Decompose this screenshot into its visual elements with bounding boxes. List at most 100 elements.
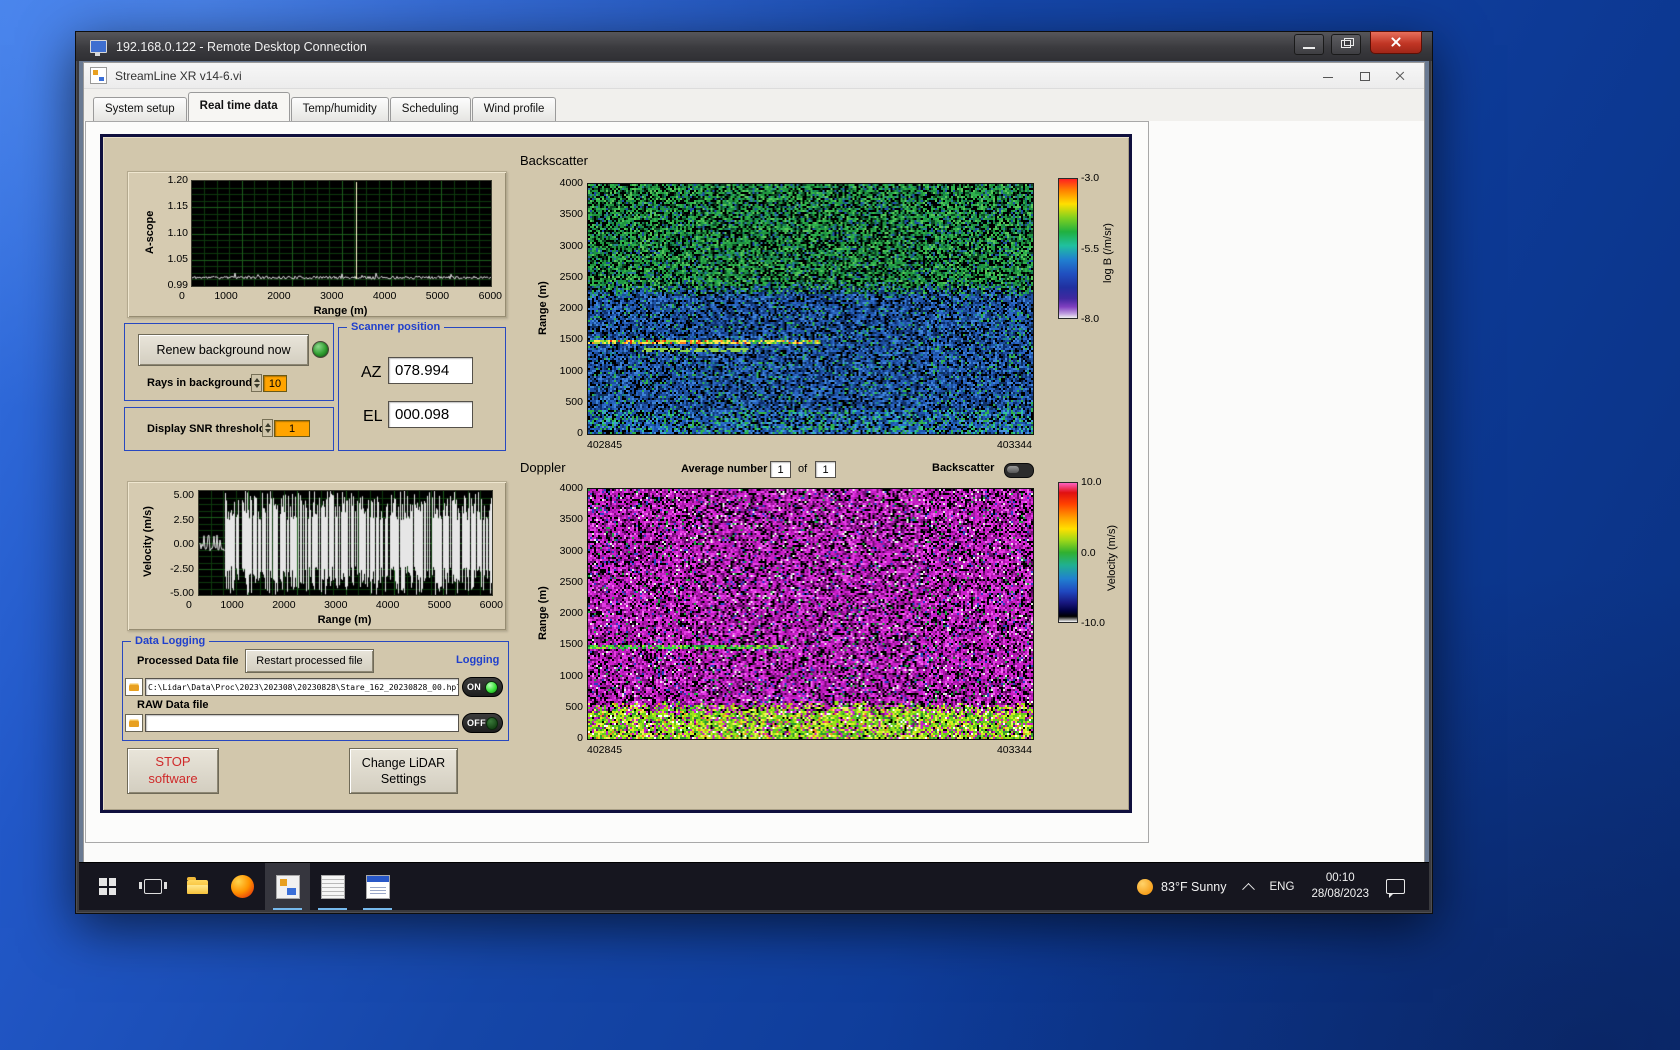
- processed-path-browse-button[interactable]: [125, 678, 143, 696]
- average-total-field[interactable]: 1: [815, 461, 836, 478]
- raw-path-field[interactable]: [145, 714, 459, 732]
- app-titlebar[interactable]: StreamLine XR v14-6.vi: [84, 63, 1424, 89]
- change-lidar-settings-button[interactable]: Change LiDAR Settings: [349, 748, 458, 794]
- firefox-button[interactable]: [220, 863, 265, 910]
- clock-time: 00:10: [1325, 871, 1355, 884]
- rays-spinner[interactable]: [251, 374, 262, 392]
- app-restore-button[interactable]: [1346, 64, 1382, 88]
- tick-label: 1000: [214, 290, 238, 302]
- tab-temp-humidity[interactable]: Temp/humidity: [290, 97, 389, 121]
- chevron-up-icon[interactable]: [1241, 882, 1255, 896]
- processed-data-file-label: Processed Data file: [137, 655, 239, 667]
- doppler-y-ticks: 4000 3500 3000 2500 2000 1500 1000 500 0: [547, 482, 583, 744]
- stop-software-button[interactable]: STOP software: [127, 748, 219, 794]
- app-title: StreamLine XR v14-6.vi: [115, 68, 242, 83]
- backscatter-display-toggle[interactable]: [1004, 463, 1034, 478]
- desktop-background: 192.168.0.122 - Remote Desktop Connectio…: [0, 0, 1680, 1050]
- processed-logging-toggle[interactable]: ON: [462, 677, 503, 697]
- rdp-minimize-button[interactable]: [1294, 33, 1324, 55]
- stop-software-line1: STOP: [155, 754, 191, 770]
- velocity-plot: [198, 490, 493, 596]
- average-number-label: Average number: [681, 463, 768, 475]
- speech-bubble-notification-icon[interactable]: [1386, 879, 1405, 898]
- tick-label: 2000: [267, 290, 291, 302]
- tab-real-time-data[interactable]: Real time data: [187, 92, 290, 121]
- rdp-titlebar[interactable]: 192.168.0.122 - Remote Desktop Connectio…: [76, 30, 1432, 63]
- tick-label: 1.20: [167, 174, 188, 186]
- az-value-box[interactable]: 078.994: [388, 357, 473, 384]
- logging-on-led: [485, 680, 498, 694]
- tick-label: -8.0: [1081, 313, 1100, 325]
- az-label: AZ: [361, 364, 382, 381]
- task-view-button[interactable]: [130, 863, 175, 910]
- restart-processed-file-button[interactable]: Restart processed file: [245, 649, 374, 673]
- renew-background-button[interactable]: Renew background now: [138, 334, 309, 366]
- tick-label: 2500: [559, 575, 583, 588]
- taskbar: 83°F Sunny ENG 00:10 28/08/2023: [79, 862, 1429, 910]
- tab-strip: System setup Real time data Temp/humidit…: [84, 89, 1424, 121]
- scan-scheduler-taskbar-button[interactable]: [310, 863, 355, 910]
- snr-spinner[interactable]: [262, 419, 273, 437]
- velocity-y-axis-label: Velocity (m/s): [142, 506, 154, 578]
- tick-label: 4000: [375, 599, 400, 611]
- tick-label: 2.50: [173, 513, 194, 526]
- app-minimize-button[interactable]: [1310, 64, 1346, 88]
- backscatter-canvas: [588, 184, 1033, 434]
- tick-label: 6000: [479, 599, 503, 611]
- backscatter-title: Backscatter: [520, 153, 588, 168]
- data-logging-group: Data Logging Processed Data file Restart…: [122, 634, 509, 741]
- task-view-icon: [138, 879, 167, 894]
- raw-logging-toggle[interactable]: OFF: [462, 713, 503, 733]
- rdp-restore-button[interactable]: [1331, 33, 1361, 55]
- tick-label: 1500: [559, 638, 583, 651]
- backscatter-heatmap: [587, 183, 1034, 435]
- average-number-field[interactable]: 1: [770, 461, 791, 478]
- tick-label: 1.15: [167, 200, 188, 213]
- velocity-x-ticks: 0 1000 2000 3000 4000 5000 6000: [186, 599, 503, 611]
- processed-path-field[interactable]: C:\Lidar\Data\Proc\2023\202308\20230828\…: [145, 678, 459, 696]
- processed-toggle-state: ON: [467, 682, 482, 692]
- file-explorer-button[interactable]: [175, 863, 220, 910]
- tab-scheduling[interactable]: Scheduling: [389, 97, 471, 121]
- start-button[interactable]: [85, 863, 130, 910]
- weather-widget[interactable]: 83°F Sunny: [1137, 878, 1227, 895]
- windows-start-icon: [99, 878, 116, 895]
- doppler-colorbar-label: Velocity (m/s): [1106, 525, 1118, 592]
- backscatter-y-ticks: 4000 3500 3000 2500 2000 1500 1000 500 0: [547, 177, 583, 439]
- rays-value-field[interactable]: 10: [263, 375, 287, 392]
- streamline-app-window: StreamLine XR v14-6.vi System setup Real…: [83, 62, 1425, 863]
- backscatter-colorbar-label: log B (/m/sr): [1102, 223, 1114, 283]
- taskbar-clock[interactable]: 00:10 28/08/2023: [1311, 871, 1369, 902]
- language-indicator[interactable]: ENG: [1270, 881, 1295, 893]
- labview-vi-icon: [90, 67, 107, 84]
- el-label: EL: [363, 408, 383, 425]
- tick-label: 1.05: [167, 252, 188, 265]
- tick-label: 0: [186, 599, 192, 611]
- rdp-window: 192.168.0.122 - Remote Desktop Connectio…: [75, 30, 1433, 914]
- tick-label: 6000: [478, 290, 502, 302]
- snr-value-field[interactable]: 1: [274, 420, 310, 437]
- tab-system-setup[interactable]: System setup: [93, 97, 187, 121]
- tab-wind-profile[interactable]: Wind profile: [471, 97, 557, 121]
- weather-text: 83°F Sunny: [1161, 879, 1227, 894]
- rdp-close-button[interactable]: [1370, 30, 1422, 54]
- monitor-icon: [90, 40, 107, 56]
- streamline-taskbar-button[interactable]: [265, 863, 310, 910]
- labview-front-panel: A-scope 1.20 1.15 1.10 1.05 0.99 0 1000 2000 30…: [100, 134, 1132, 813]
- logging-label: Logging: [456, 654, 500, 666]
- raw-path-browse-button[interactable]: [125, 714, 143, 732]
- tick-label: -5.00: [170, 587, 194, 599]
- tick-label: 3500: [559, 513, 583, 526]
- change-settings-line2: Settings: [380, 772, 427, 786]
- app-close-button[interactable]: [1382, 64, 1418, 88]
- backscatter-x-labels: 402845 403344: [587, 439, 1032, 451]
- tick-label: 4000: [559, 482, 583, 494]
- tick-label: 2000: [272, 599, 296, 611]
- document-app-taskbar-button[interactable]: [355, 863, 400, 910]
- rdp-window-controls: [1287, 30, 1422, 63]
- tick-label: -10.0: [1081, 617, 1105, 629]
- tick-label: 1000: [220, 599, 244, 611]
- tick-label: 4000: [372, 290, 397, 302]
- backscatter-x-end: 403344: [996, 439, 1032, 451]
- el-value-box[interactable]: 000.098: [388, 401, 473, 428]
